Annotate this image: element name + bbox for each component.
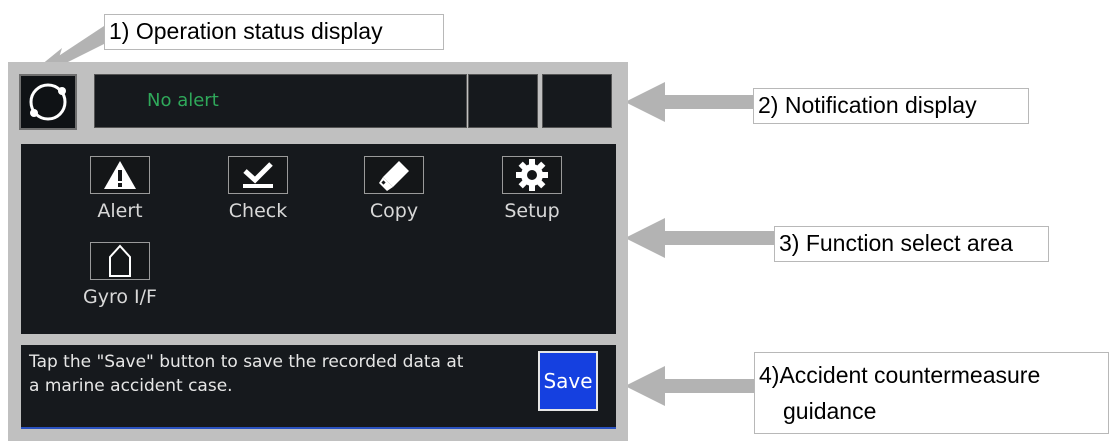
function-select-area: Alert Check Copy Setup Gyro I/F	[21, 144, 616, 334]
gyro-if-button[interactable]	[90, 242, 150, 280]
notification-slot-1	[468, 74, 538, 128]
function-copy[interactable]: Copy	[349, 156, 439, 222]
notification-display: No alert	[94, 74, 467, 128]
copy-label: Copy	[369, 200, 419, 222]
warning-triangle-icon	[104, 161, 136, 189]
check-button[interactable]	[228, 156, 288, 194]
function-check[interactable]: Check	[213, 156, 303, 222]
alert-button[interactable]	[90, 156, 150, 194]
save-button[interactable]: Save	[538, 351, 598, 411]
callout-guidance-line1: 4)Accident countermeasure	[759, 362, 1041, 388]
usb-stick-icon	[379, 161, 409, 191]
ship-bow-icon	[109, 244, 131, 277]
copy-button[interactable]	[364, 156, 424, 194]
callout-operation-status: 1) Operation status display	[104, 14, 444, 50]
check-label: Check	[228, 200, 288, 222]
checkmark-icon	[243, 162, 273, 188]
notification-slot-2	[542, 74, 612, 128]
gyro-if-label: Gyro I/F	[83, 286, 157, 308]
arrow-function-select	[625, 218, 774, 258]
callout-guidance-line2: guidance	[783, 398, 877, 424]
gear-icon	[516, 159, 548, 191]
guidance-text-line2: a marine accident case.	[29, 376, 233, 396]
setup-button[interactable]	[502, 156, 562, 194]
callout-function-select: 3) Function select area	[774, 226, 1049, 262]
callout-guidance: 4)Accident countermeasure guidance	[754, 352, 1109, 434]
function-alert[interactable]: Alert	[75, 156, 165, 222]
arrow-notification	[625, 82, 753, 122]
accident-guidance-area: Tap the "Save" button to save the record…	[21, 345, 616, 429]
arrow-guidance	[625, 366, 754, 406]
device-panel: No alert Alert Check Copy Setup Gyro I/F…	[8, 62, 628, 441]
callout-notification: 2) Notification display	[753, 88, 1029, 124]
alert-label: Alert	[97, 200, 143, 222]
function-setup[interactable]: Setup	[487, 156, 577, 222]
function-gyro-if[interactable]: Gyro I/F	[75, 242, 165, 308]
rotating-status-icon	[29, 83, 67, 121]
guidance-text-line1: Tap the "Save" button to save the record…	[29, 352, 464, 372]
operation-status-display	[19, 74, 77, 130]
guidance-text: Tap the "Save" button to save the record…	[29, 350, 529, 398]
setup-label: Setup	[504, 200, 560, 222]
